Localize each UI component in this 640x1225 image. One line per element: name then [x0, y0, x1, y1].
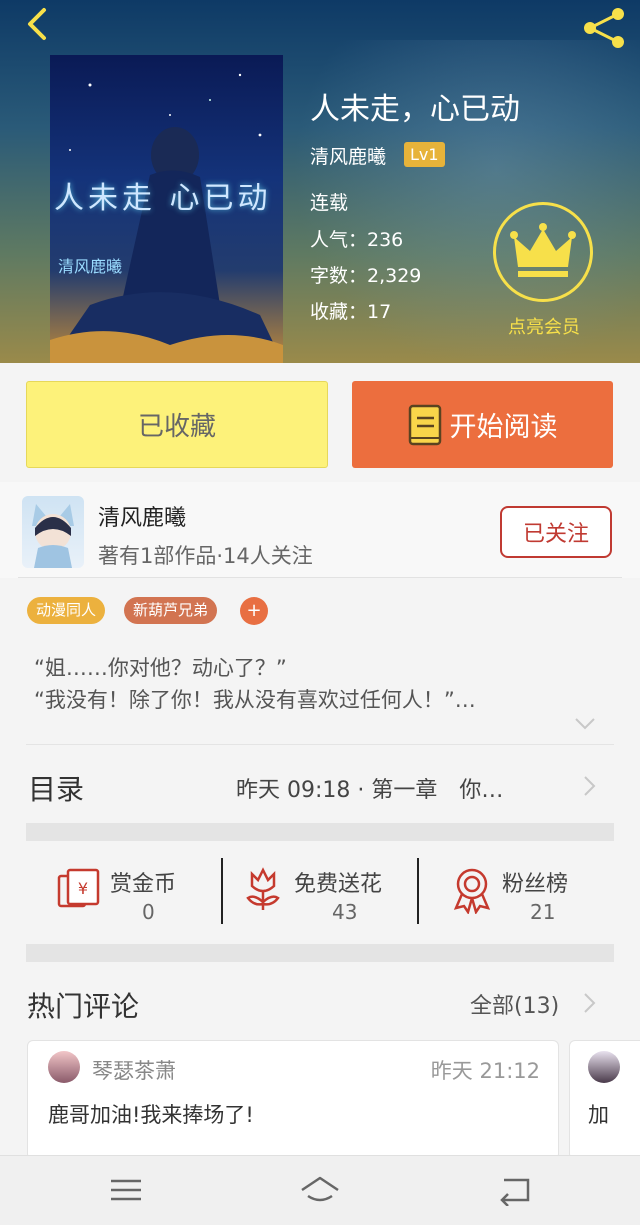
commenter-avatar[interactable] — [588, 1051, 620, 1083]
fan-ranking-stat[interactable]: 粉丝榜 21 — [452, 858, 592, 928]
envelope-yen-icon: ¥ — [57, 868, 100, 908]
crown-icon — [510, 223, 576, 277]
book-header: 人未走 心已动 清风鹿曦 人未走，心已动 清风鹿曦 Lv1 连载 人气：236 … — [0, 0, 640, 363]
share-button[interactable] — [578, 6, 630, 50]
back-button[interactable] — [14, 2, 58, 46]
flower-icon — [246, 867, 280, 910]
avatar-illustration — [32, 504, 74, 568]
book-icon — [408, 404, 441, 445]
commenter-avatar[interactable] — [48, 1051, 80, 1083]
home-icon[interactable] — [298, 1174, 342, 1206]
vip-label[interactable]: 点亮会员 — [492, 313, 596, 339]
favorites-stat: 收藏：17 — [310, 301, 392, 323]
favorited-label: 已收藏 — [137, 412, 216, 442]
summary-line-2: “我没有！除了你！我从没有喜欢过任何人！”… — [34, 688, 476, 712]
start-reading-button[interactable]: 开始阅读 — [352, 381, 613, 468]
system-nav-bar — [0, 1155, 640, 1225]
comment-time: 昨天 21:12 — [430, 1059, 540, 1083]
author-avatar[interactable] — [22, 496, 84, 568]
comment-card[interactable]: 加 — [569, 1040, 640, 1160]
svg-text:¥: ¥ — [78, 879, 88, 898]
fan-ranking-value: 21 — [530, 900, 556, 924]
author-name[interactable]: 清风鹿曦 — [98, 500, 186, 532]
summary-line-1: “姐……你对他？动心了？” — [34, 656, 287, 680]
free-flower-label: 免费送花 — [294, 872, 383, 897]
commenter-name[interactable]: 琴瑟茶萧 — [92, 1055, 176, 1085]
reward-coins-stat[interactable]: ¥ 赏金币 0 — [56, 858, 206, 928]
menu-icon[interactable] — [106, 1174, 146, 1206]
author-meta: 著有1部作品·14人关注 — [98, 544, 313, 568]
stat-divider — [221, 858, 223, 924]
add-tag-button[interactable]: + — [240, 597, 268, 625]
free-flower-stat[interactable]: 免费送花 43 — [244, 858, 409, 928]
author-row[interactable]: 清风鹿曦 著有1部作品·14人关注 已关注 — [0, 482, 640, 578]
reward-coins-value: 0 — [142, 900, 155, 924]
catalog-label[interactable]: 目录 — [28, 768, 84, 808]
level-badge: Lv1 — [404, 142, 445, 167]
divider — [26, 744, 614, 745]
book-title: 人未走，心已动 — [310, 92, 520, 127]
stat-divider — [417, 858, 419, 924]
reward-coins-label: 赏金币 — [110, 872, 177, 897]
follow-button[interactable]: 已关注 — [500, 506, 612, 558]
fan-ranking-label: 粉丝榜 — [502, 872, 569, 897]
comment-text: 加 — [588, 1103, 609, 1127]
tag-anime-fanfic[interactable]: 动漫同人 — [27, 597, 106, 624]
follow-label: 已关注 — [522, 522, 589, 547]
all-comments-link[interactable]: 全部(13) — [470, 988, 559, 1020]
cover-author-text: 清风鹿曦 — [58, 257, 123, 276]
serial-status: 连载 — [310, 192, 349, 214]
cover-title-text: 人未走 心已动 — [54, 181, 272, 216]
chevron-right-icon[interactable] — [582, 992, 596, 1014]
word-count-stat: 字数：2,329 — [310, 265, 422, 287]
section-separator — [26, 944, 614, 962]
comment-card[interactable]: 琴瑟茶萧 昨天 21:12 鹿哥加油!我来捧场了! — [27, 1040, 559, 1160]
favorited-button[interactable]: 已收藏 — [26, 381, 328, 468]
share-icon — [584, 8, 624, 48]
chevron-down-icon[interactable] — [574, 716, 596, 732]
catalog-latest-chapter[interactable]: 昨天 09:18 · 第一章 你… — [236, 772, 503, 804]
tag-new-calabash-brothers[interactable]: 新葫芦兄弟 — [124, 597, 218, 624]
header-author-name[interactable]: 清风鹿曦 — [310, 142, 386, 169]
chevron-right-icon[interactable] — [582, 775, 596, 797]
start-reading-label: 开始阅读 — [449, 412, 558, 443]
chevron-left-icon — [28, 8, 46, 40]
book-cover[interactable]: 人未走 心已动 清风鹿曦 — [50, 55, 283, 363]
back-nav-icon[interactable] — [496, 1174, 536, 1206]
comment-text: 鹿哥加油!我来捧场了! — [48, 1103, 254, 1127]
popularity-stat: 人气：236 — [310, 229, 404, 251]
free-flower-value: 43 — [332, 900, 358, 924]
divider — [18, 577, 622, 578]
vip-button[interactable] — [493, 202, 593, 302]
section-separator — [26, 823, 614, 841]
hot-comments-title: 热门评论 — [27, 990, 140, 1023]
rosette-icon — [453, 868, 491, 914]
